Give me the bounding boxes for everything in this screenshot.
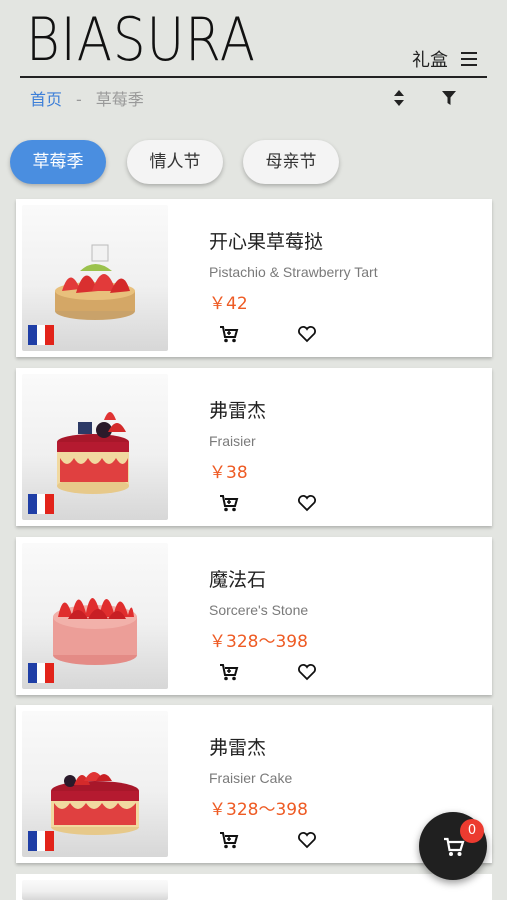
favorite-heart-icon[interactable] bbox=[297, 663, 317, 681]
product-price: ￥38 bbox=[209, 463, 248, 483]
product-name[interactable]: 开心果草莓挞 bbox=[209, 227, 323, 254]
product-image[interactable] bbox=[22, 880, 168, 900]
france-flag-icon bbox=[28, 325, 55, 345]
add-to-cart-icon[interactable] bbox=[219, 494, 239, 512]
favorite-heart-icon[interactable] bbox=[297, 831, 317, 849]
france-flag-icon bbox=[28, 494, 55, 514]
sort-icon[interactable] bbox=[393, 89, 405, 107]
favorite-heart-icon[interactable] bbox=[297, 494, 317, 512]
product-price: ￥328～398 bbox=[209, 800, 308, 820]
product-english-name: Pistachio & Strawberry Tart bbox=[209, 264, 378, 280]
add-to-cart-icon[interactable] bbox=[219, 663, 239, 681]
product-name[interactable]: 魔法石 bbox=[209, 565, 266, 592]
add-to-cart-icon[interactable] bbox=[219, 325, 239, 343]
france-flag-icon bbox=[28, 663, 55, 683]
header-divider bbox=[20, 76, 487, 78]
tab-strawberry-season[interactable]: 草莓季 bbox=[10, 140, 106, 184]
product-english-name: Sorcere's Stone bbox=[209, 602, 309, 618]
product-price: ￥328～398 bbox=[209, 632, 308, 652]
filter-icon[interactable] bbox=[441, 90, 457, 106]
floating-cart-button[interactable]: 0 bbox=[419, 812, 487, 880]
product-image[interactable] bbox=[22, 543, 168, 689]
product-price: ￥42 bbox=[209, 294, 248, 314]
brand-logo[interactable]: BIASURA bbox=[26, 4, 256, 76]
product-image[interactable] bbox=[22, 711, 168, 857]
cart-count-badge: 0 bbox=[460, 819, 484, 843]
product-image[interactable] bbox=[22, 374, 168, 520]
tab-mothers-day[interactable]: 母亲节 bbox=[243, 140, 339, 184]
favorite-heart-icon[interactable] bbox=[297, 325, 317, 343]
breadcrumb: 首页 - 草莓季 bbox=[30, 86, 144, 110]
gift-box-link[interactable]: 礼盒 bbox=[412, 46, 448, 72]
product-card[interactable]: 开心果草莓挞 Pistachio & Strawberry Tart ￥42 bbox=[16, 199, 492, 357]
breadcrumb-home[interactable]: 首页 bbox=[30, 90, 62, 109]
product-card[interactable]: 弗雷杰 Fraisier ￥38 bbox=[16, 368, 492, 526]
site-header: BIASURA 礼盒 bbox=[0, 0, 507, 80]
menu-icon[interactable] bbox=[461, 52, 477, 66]
tab-valentines-day[interactable]: 情人节 bbox=[127, 140, 223, 184]
breadcrumb-current: 草莓季 bbox=[95, 90, 144, 109]
product-image[interactable] bbox=[22, 205, 168, 351]
product-name[interactable]: 弗雷杰 bbox=[209, 396, 266, 423]
product-card[interactable] bbox=[16, 874, 492, 900]
add-to-cart-icon[interactable] bbox=[219, 831, 239, 849]
product-card[interactable]: 魔法石 Sorcere's Stone ￥328～398 bbox=[16, 537, 492, 695]
product-english-name: Fraisier bbox=[209, 433, 256, 449]
breadcrumb-separator: - bbox=[76, 90, 82, 109]
cart-icon bbox=[444, 837, 465, 856]
product-name[interactable]: 弗雷杰 bbox=[209, 733, 266, 760]
product-english-name: Fraisier Cake bbox=[209, 770, 293, 786]
france-flag-icon bbox=[28, 831, 55, 851]
